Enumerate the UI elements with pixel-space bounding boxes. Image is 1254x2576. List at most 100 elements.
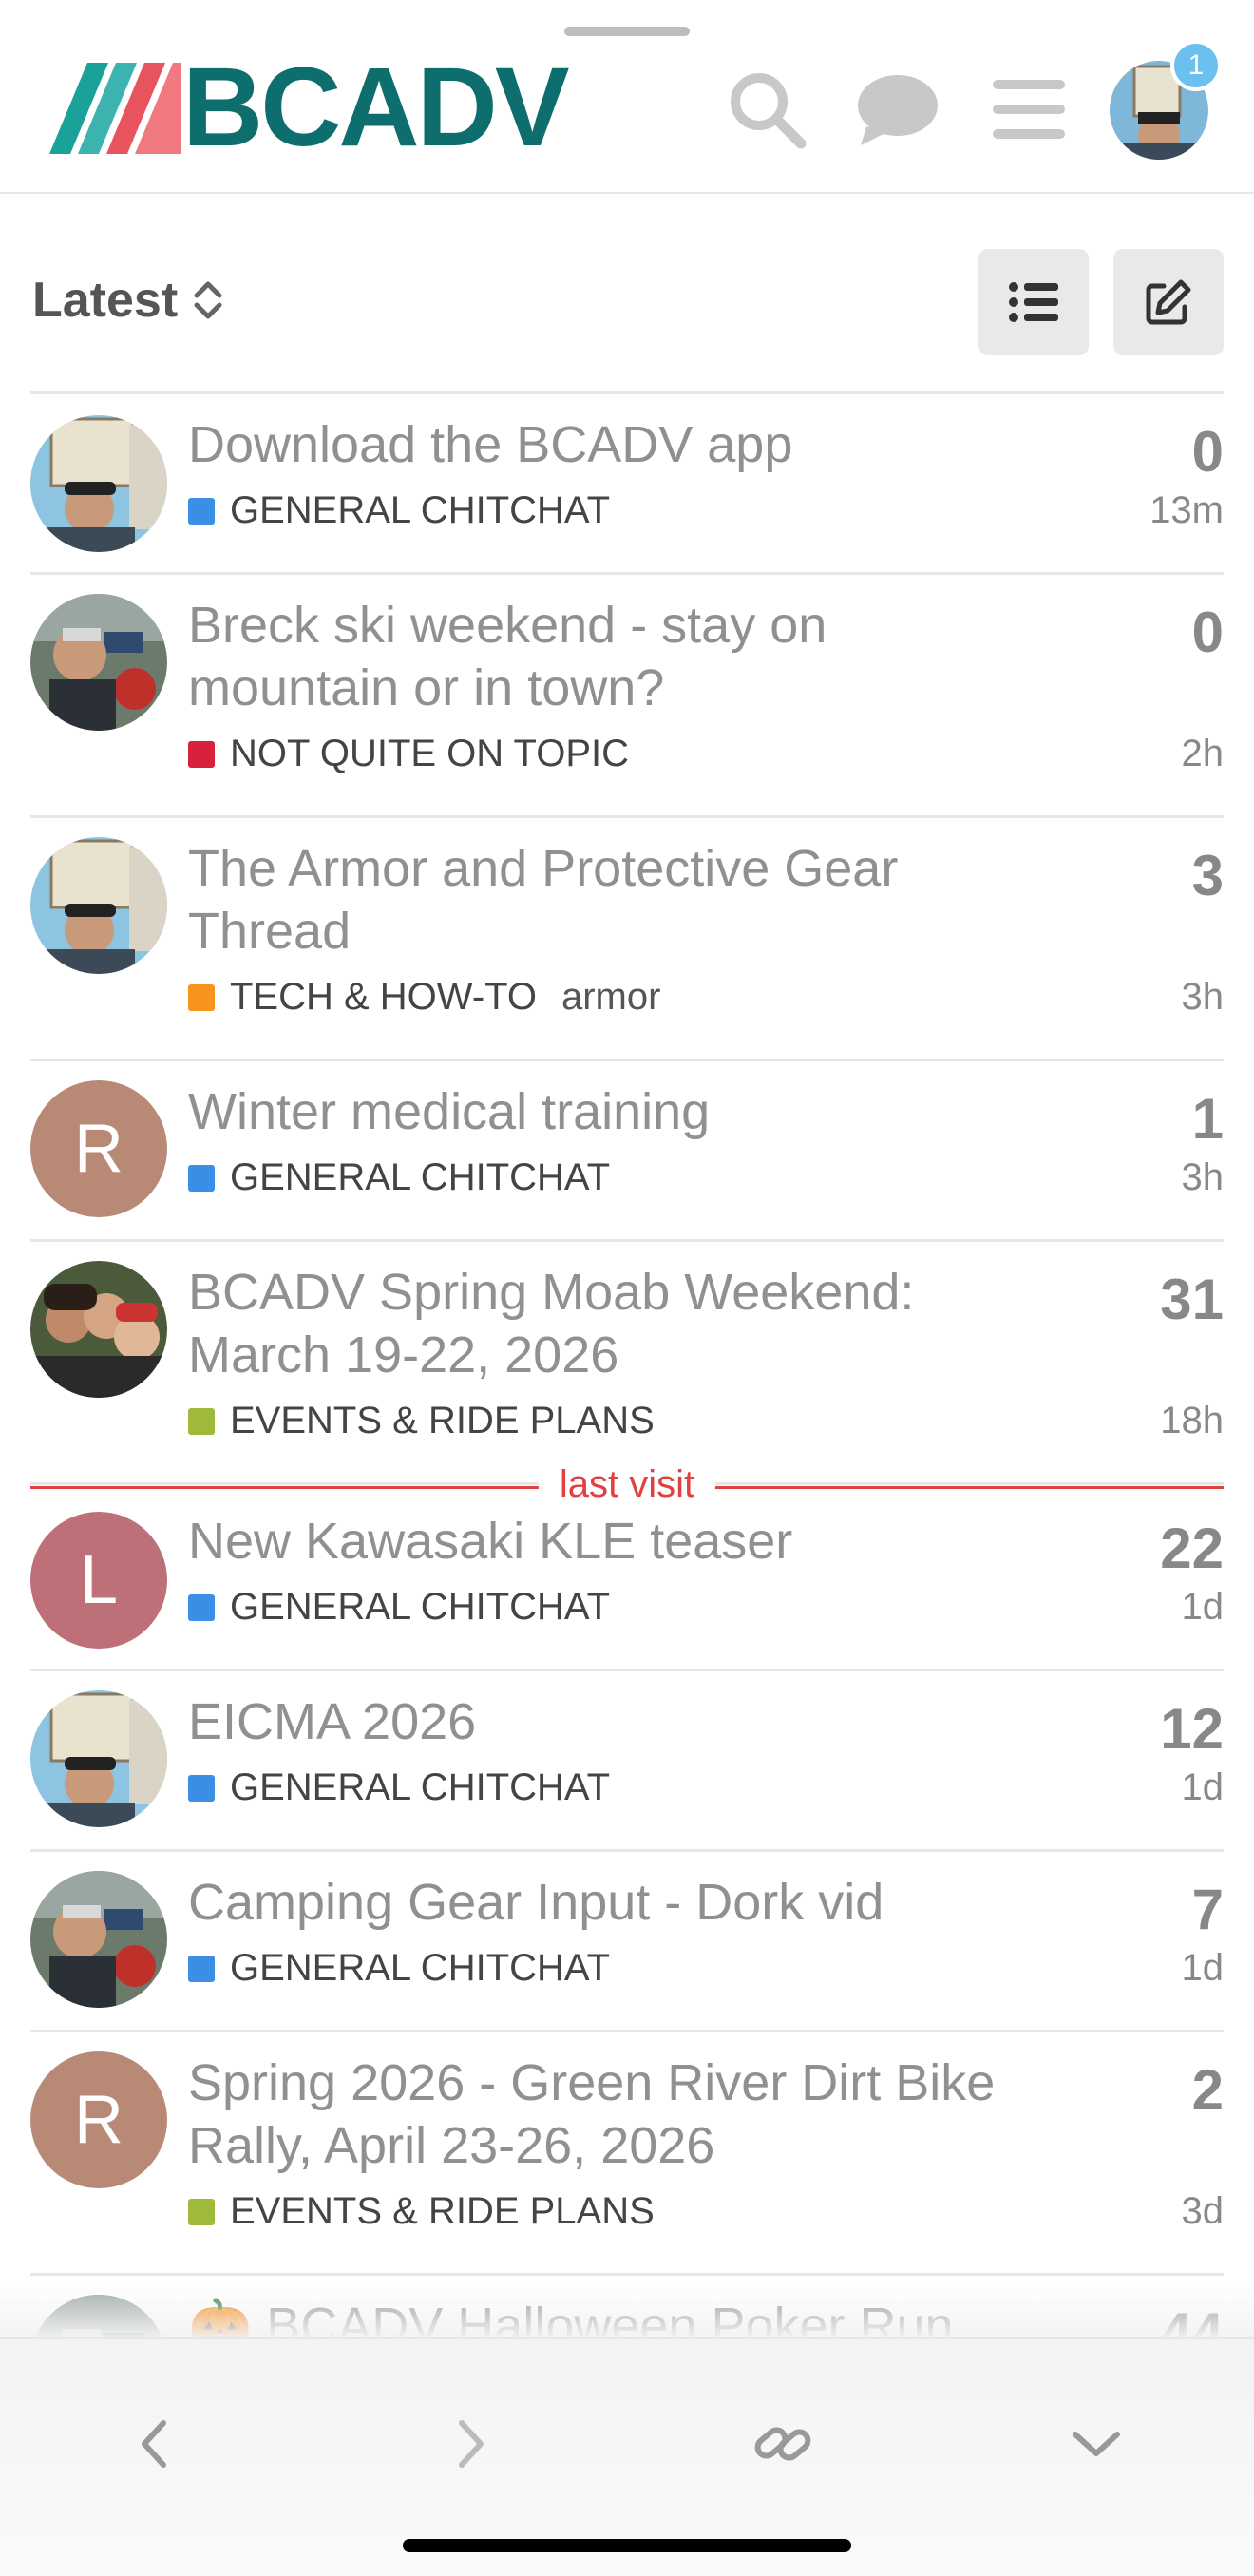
topic-row[interactable]: R Winter medical training GENERAL CHITCHAT… (30, 1061, 1224, 1242)
last-activity-age[interactable]: 3d (1182, 2190, 1225, 2233)
list-fade (0, 2280, 1254, 2339)
last-activity-age[interactable]: 1d (1182, 1766, 1225, 1809)
topic-toolbar: Latest (0, 194, 1254, 391)
last-visit-divider: last visit (30, 1463, 1224, 1511)
topic-poster-avatar[interactable] (30, 415, 167, 552)
topic-row[interactable]: Breck ski weekend - stay on mountain or … (30, 575, 1224, 818)
category-label: NOT QUITE ON TOPIC (230, 733, 630, 774)
topic-poster-avatar[interactable]: R (30, 1080, 167, 1217)
topic-poster-avatar[interactable] (30, 1261, 167, 1398)
reply-count[interactable]: 0 (1192, 419, 1224, 485)
reply-count[interactable]: 22 (1160, 1516, 1224, 1581)
share-link-button[interactable] (735, 2396, 830, 2491)
topic-poster-avatar[interactable] (30, 594, 167, 731)
sort-label: Latest (32, 273, 179, 328)
category-label: TECH & HOW-TO (230, 976, 537, 1018)
notification-badge[interactable]: 1 (1170, 40, 1222, 91)
logo-text: BCADV (182, 45, 570, 170)
topic-title-link[interactable]: Spring 2026 - Green River Dirt Bike Rall… (188, 2051, 1005, 2177)
reply-count[interactable]: 7 (1192, 1877, 1224, 1942)
category-color-swatch (188, 983, 215, 1011)
topic-category[interactable]: GENERAL CHITCHAT (188, 1947, 610, 1990)
site-logo[interactable]: BCADV (49, 51, 570, 163)
topic-row[interactable]: The Armor and Protective Gear Thread TECH… (30, 818, 1224, 1061)
topic-poster-avatar[interactable] (30, 1871, 167, 2008)
sort-dropdown[interactable]: Latest (32, 272, 225, 329)
topic-list: Download the BCADV app GENERAL CHITCHAT 0 1… (30, 391, 1224, 2390)
reply-count[interactable]: 2 (1192, 2057, 1224, 2123)
last-activity-age[interactable]: 3h (1182, 1156, 1225, 1199)
chevron-down-icon (1073, 2432, 1120, 2456)
topic-title-link[interactable]: New Kawasaki KLE teaser (188, 1510, 1005, 1573)
category-label: GENERAL CHITCHAT (230, 1586, 611, 1628)
topic-title-link[interactable]: Breck ski weekend - stay on mountain or … (188, 594, 1005, 719)
topic-poster-avatar[interactable]: L (30, 1512, 167, 1649)
topic-row[interactable]: EICMA 2026 GENERAL CHITCHAT 12 1d (30, 1671, 1224, 1852)
reply-count[interactable]: 0 (1192, 600, 1224, 665)
category-label: GENERAL CHITCHAT (230, 1766, 611, 1808)
last-activity-age[interactable]: 13m (1150, 489, 1224, 532)
reply-count[interactable]: 12 (1160, 1696, 1224, 1762)
topic-title-link[interactable]: EICMA 2026 (188, 1690, 1005, 1753)
topic-tag[interactable]: armor (561, 976, 660, 1019)
home-indicator[interactable] (403, 2539, 851, 2552)
sort-updown-icon (194, 281, 222, 319)
topic-row[interactable]: L New Kawasaki KLE teaser GENERAL CHITCHAT… (30, 1485, 1224, 1671)
last-activity-age[interactable]: 1d (1182, 1586, 1225, 1629)
topic-category[interactable]: EVENTS & RIDE PLANS (188, 1400, 655, 1442)
last-activity-age[interactable]: 1d (1182, 1947, 1225, 1990)
topic-title-link[interactable]: Download the BCADV app (188, 413, 1005, 476)
last-activity-age[interactable]: 2h (1182, 733, 1225, 775)
category-color-swatch (188, 1955, 215, 1982)
topic-row[interactable]: R Spring 2026 - Green River Dirt Bike Ral… (30, 2032, 1224, 2276)
topic-category[interactable]: GENERAL CHITCHAT (188, 1766, 610, 1809)
list-view-button[interactable] (978, 249, 1089, 355)
collapse-button[interactable] (1049, 2396, 1144, 2491)
list-icon (1009, 282, 1058, 322)
last-activity-age[interactable]: 18h (1160, 1400, 1224, 1442)
category-color-swatch (188, 497, 215, 525)
search-button[interactable] (724, 67, 809, 152)
topic-row[interactable]: Camping Gear Input - Dork vid GENERAL CHI… (30, 1852, 1224, 2032)
reply-count[interactable]: 31 (1160, 1267, 1224, 1332)
last-activity-age[interactable]: 3h (1182, 976, 1225, 1019)
topic-title-link[interactable]: Camping Gear Input - Dork vid (188, 1871, 1005, 1934)
category-color-swatch (188, 2198, 215, 2225)
topic-category[interactable]: EVENTS & RIDE PLANS (188, 2190, 655, 2233)
topic-category[interactable]: GENERAL CHITCHAT (188, 1156, 610, 1199)
logo-mark-icon (49, 63, 180, 154)
hamburger-menu-button[interactable] (986, 67, 1072, 152)
reply-count[interactable]: 1 (1192, 1086, 1224, 1152)
chat-button[interactable] (855, 67, 940, 152)
reply-count[interactable]: 3 (1192, 843, 1224, 908)
topic-category[interactable]: NOT QUITE ON TOPIC (188, 733, 629, 775)
category-label: GENERAL CHITCHAT (230, 1947, 611, 1989)
topic-poster-avatar[interactable] (30, 837, 167, 974)
topic-poster-avatar[interactable] (30, 1690, 167, 1827)
category-color-swatch (188, 1407, 215, 1435)
back-button[interactable] (106, 2396, 201, 2491)
topic-row[interactable]: Download the BCADV app GENERAL CHITCHAT 0 1… (30, 394, 1224, 575)
category-label: GENERAL CHITCHAT (230, 489, 611, 531)
topic-category[interactable]: GENERAL CHITCHAT (188, 1586, 610, 1629)
topic-category[interactable]: GENERAL CHITCHAT (188, 489, 610, 532)
search-icon (731, 73, 807, 149)
edit-icon (1146, 279, 1191, 325)
hamburger-icon (993, 80, 1065, 139)
last-visit-label: last visit (538, 1463, 716, 1506)
topic-title-link[interactable]: BCADV Spring Moab Weekend: March 19-22, … (188, 1261, 1005, 1386)
new-topic-button[interactable] (1113, 249, 1224, 355)
chat-icon (858, 75, 938, 145)
category-color-swatch (188, 1164, 215, 1192)
topic-title-link[interactable]: The Armor and Protective Gear Thread (188, 837, 1005, 963)
topic-title-link[interactable]: Winter medical training (188, 1080, 1005, 1143)
category-color-swatch (188, 1774, 215, 1802)
chevron-left-icon (142, 2420, 166, 2468)
category-label: GENERAL CHITCHAT (230, 1156, 611, 1198)
topic-category[interactable]: TECH & HOW-TO armor (188, 976, 660, 1019)
category-color-swatch (188, 1593, 215, 1621)
forward-button[interactable] (424, 2396, 519, 2491)
topic-poster-avatar[interactable]: R (30, 2051, 167, 2188)
site-header: BCADV 1 (0, 0, 1254, 194)
topic-row[interactable]: BCADV Spring Moab Weekend: March 19-22, … (30, 1242, 1224, 1485)
